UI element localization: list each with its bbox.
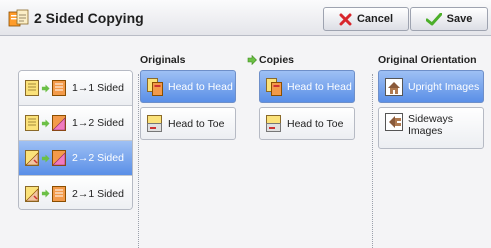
preset-label: 1→1 Sided [72,82,124,94]
originals-head-to-toe-button[interactable]: Head to Toe [140,107,236,140]
option-label: Head to Head [287,80,352,93]
copies-head-to-head-button[interactable]: Head to Head [259,70,355,103]
one-sided-icon [25,115,39,131]
preset-2-2-sided-button[interactable]: 2→2 Sided [19,141,132,176]
head-to-head-icon [266,77,282,96]
two-sided-icon [52,115,66,131]
copies-head-to-toe-button[interactable]: Head to Toe [259,107,355,140]
head-to-toe-icon [147,114,162,132]
head-to-head-icon [147,77,163,96]
preset-1-1-sided-button[interactable]: 1→1 Sided [19,71,132,106]
arrow-right-icon [41,118,50,128]
preset-label: 2→1 Sided [72,187,124,200]
originals-head-to-head-button[interactable]: Head to Head [140,70,236,103]
originals-heading: Originals [140,54,186,66]
option-label: Upright Images [408,80,480,93]
preset-label: 1→2 Sided [72,117,124,129]
one-sided-icon [25,80,39,96]
arrow-right-icon [41,153,50,163]
save-button[interactable]: Save [410,7,488,31]
cancel-button-label: Cancel [356,13,394,25]
option-label: Head to Toe [287,117,344,130]
two-sided-copy-icon [8,9,29,27]
checkmark-icon [425,12,442,25]
arrow-right-icon [41,83,50,93]
close-icon [339,13,352,25]
one-sided-icon [52,80,66,96]
two-sided-icon [25,185,39,202]
option-label: Head to Head [168,80,233,93]
preset-1-2-sided-button[interactable]: 1→2 Sided [19,106,132,141]
page-title: 2 Sided Copying [34,10,144,26]
sideways-images-button[interactable]: Sideways Images [378,107,484,149]
arrow-right-icon [41,189,50,198]
save-button-label: Save [446,13,473,25]
upright-images-button[interactable]: Upright Images [378,70,484,103]
preset-list: 1→1 Sided 1→2 Sided 2→2 Sided 2→1 Sided [18,70,133,210]
arrow-right-icon [247,55,257,65]
option-label: Head to Toe [168,117,225,130]
head-to-toe-icon [266,114,281,132]
two-sided-icon [25,150,39,166]
orientation-heading: Original Orientation [378,54,477,66]
upright-image-icon [385,77,403,96]
copies-heading-group: Copies [247,54,294,66]
one-sided-icon [52,185,66,202]
divider [372,74,373,248]
sideways-image-icon [385,113,403,131]
preset-label: 2→2 Sided [72,152,124,164]
copies-heading: Copies [259,54,295,66]
preset-2-1-sided-button[interactable]: 2→1 Sided [19,176,132,209]
divider [138,74,139,248]
two-sided-icon [52,150,66,166]
option-label: Sideways Images [408,113,453,137]
title-bar: 2 Sided Copying Cancel Save [0,0,491,36]
cancel-button[interactable]: Cancel [323,7,409,31]
